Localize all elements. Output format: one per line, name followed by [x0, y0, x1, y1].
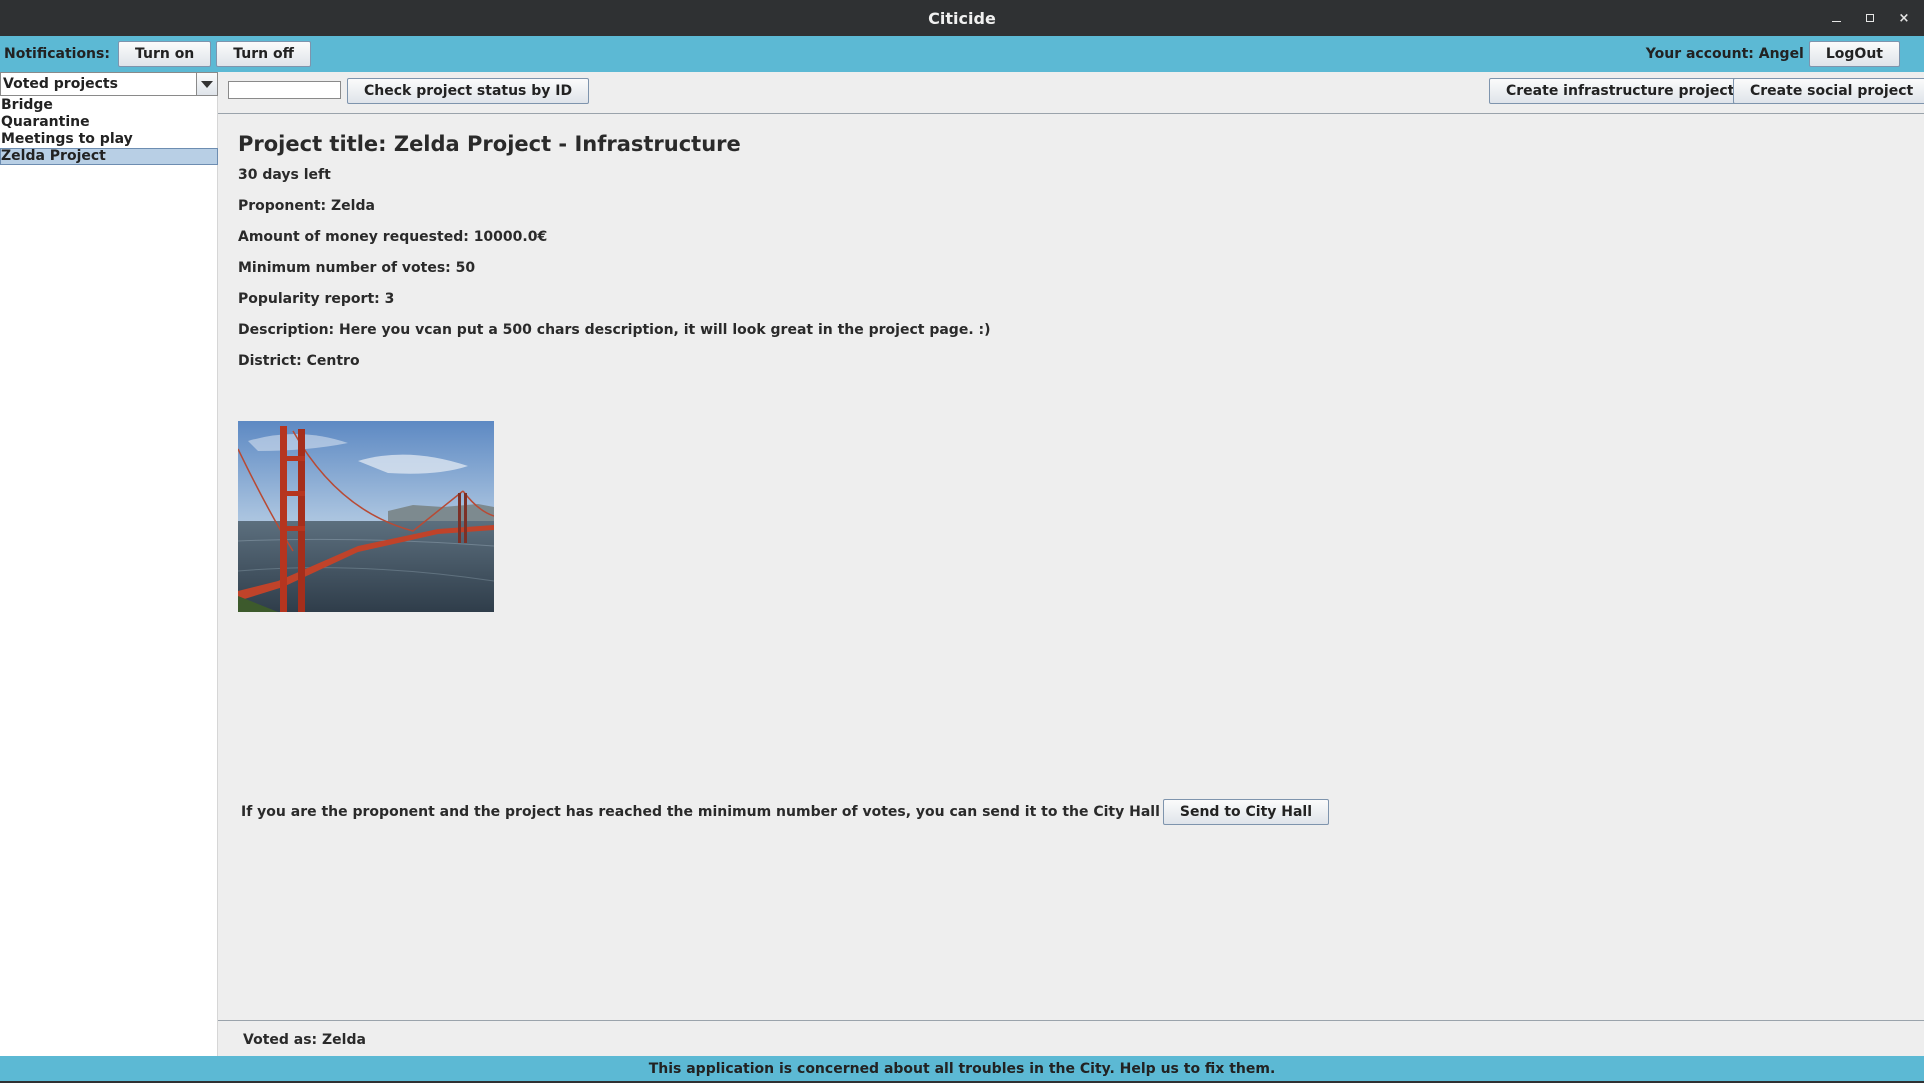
send-to-city-hall-row: If you are the proponent and the project…: [241, 799, 1330, 825]
project-list-item[interactable]: Bridge: [0, 97, 218, 114]
send-instructions: If you are the proponent and the project…: [241, 804, 1160, 820]
main-content: Voted projects Bridge Quarantine Meeting…: [0, 72, 1924, 1056]
project-toolbar: Check project status by ID Create infras…: [218, 72, 1924, 114]
minimize-icon: [1831, 20, 1841, 22]
turn-on-button[interactable]: Turn on: [117, 41, 212, 67]
project-image: [238, 421, 494, 612]
account-label: Your account: Angel: [1645, 46, 1804, 62]
dropdown-arrow-button[interactable]: [196, 73, 217, 95]
district: District: Centro: [238, 353, 360, 369]
logout-button[interactable]: LogOut: [1808, 41, 1900, 67]
chevron-down-icon: [201, 80, 213, 88]
money-requested: Amount of money requested: 10000.0€: [238, 229, 548, 245]
proponent: Proponent: Zelda: [238, 198, 375, 214]
days-left: 30 days left: [238, 167, 331, 183]
send-to-city-hall-button[interactable]: Send to City Hall: [1162, 799, 1330, 825]
create-social-button[interactable]: Create social project: [1733, 78, 1924, 104]
maximize-button[interactable]: [1864, 11, 1876, 26]
window-titlebar: Citicide ×: [0, 0, 1924, 36]
project-list-item-selected[interactable]: Zelda Project: [0, 148, 218, 165]
sidebar: Voted projects Bridge Quarantine Meeting…: [0, 72, 218, 1056]
window-title: Citicide: [928, 8, 996, 28]
window-controls: ×: [1830, 0, 1910, 36]
project-list: Bridge Quarantine Meetings to play Zelda…: [0, 97, 218, 165]
footer-banner: This application is concerned about all …: [0, 1056, 1924, 1081]
turn-off-button[interactable]: Turn off: [216, 41, 311, 67]
description: Description: Here you vcan put a 500 cha…: [238, 322, 991, 338]
project-list-item[interactable]: Meetings to play: [0, 131, 218, 148]
maximize-icon: [1866, 13, 1874, 22]
minimize-button[interactable]: [1830, 11, 1842, 26]
project-details: Project title: Zelda Project - Infrastru…: [238, 128, 991, 377]
project-list-item[interactable]: Quarantine: [0, 114, 218, 131]
account-area: Your account: Angel LogOut: [1646, 36, 1905, 72]
check-status-button[interactable]: Check project status by ID: [347, 78, 590, 104]
notifications-label: Notifications:: [4, 46, 110, 62]
close-button[interactable]: ×: [1898, 11, 1910, 26]
minimum-votes: Minimum number of votes: 50: [238, 260, 476, 276]
popularity-report: Popularity report: 3: [238, 291, 395, 307]
project-filter-dropdown[interactable]: Voted projects: [0, 72, 218, 96]
project-title: Project title: Zelda Project - Infrastru…: [238, 132, 741, 156]
voted-as-label: Voted as: Zelda: [243, 1032, 366, 1048]
project-id-input[interactable]: [228, 81, 341, 99]
create-infrastructure-button[interactable]: Create infrastructure project: [1489, 78, 1752, 104]
divider: [218, 1020, 1924, 1021]
project-filter-value: Voted projects: [3, 76, 118, 92]
notifications-bar: Notifications: Turn on Turn off Your acc…: [0, 36, 1924, 72]
